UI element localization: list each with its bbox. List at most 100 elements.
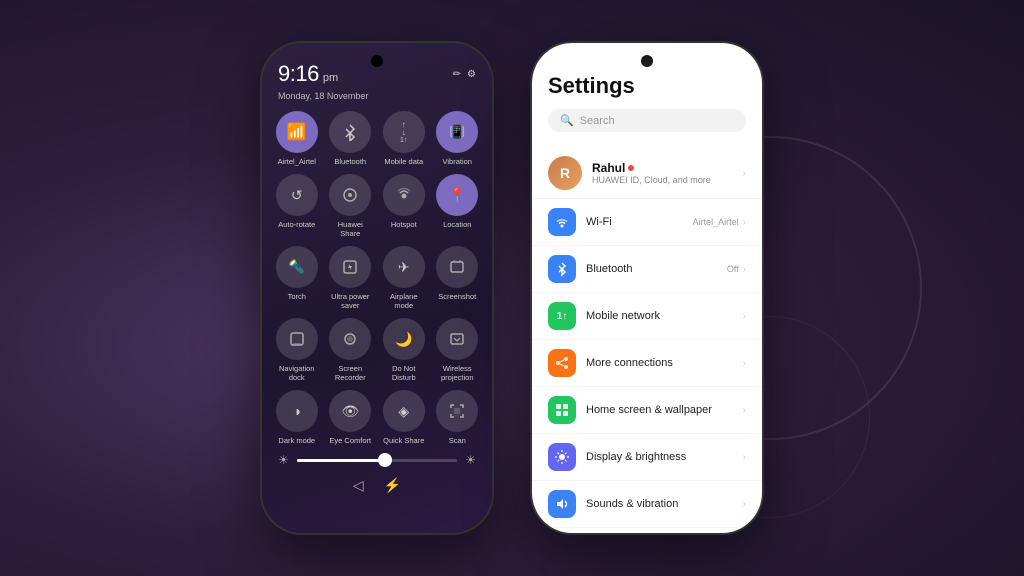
search-bar[interactable]: 🔍 Search [548, 109, 746, 132]
airplane-icon: ✈ [383, 246, 425, 288]
right-phone-screen: Settings 🔍 Search R Rahul HUAWEI ID, Clo… [532, 43, 762, 533]
brightness-low-icon: ☀ [278, 453, 289, 467]
status-icons: ✏ ⚙ [453, 69, 476, 80]
tile-location[interactable]: 📍 Location [435, 174, 481, 238]
tile-screen-recorder[interactable]: Screen Recorder [328, 318, 374, 382]
online-dot [628, 165, 634, 171]
profile-row[interactable]: R Rahul HUAWEI ID, Cloud, and more › [532, 148, 762, 199]
screenshot-label: Screenshot [438, 292, 476, 301]
brightness-track[interactable] [297, 459, 457, 462]
screen-recorder-icon [329, 318, 371, 360]
display-label: Display & brightness [586, 451, 743, 463]
display-icon [548, 443, 576, 471]
sound-icon [548, 490, 576, 518]
bluetooth-setting-label: Bluetooth [586, 263, 727, 275]
tile-mobile-data[interactable]: ↑ ↓ 1↑ Mobile data [381, 111, 427, 166]
bluetooth-icon [329, 111, 371, 153]
settings-list: Wi-Fi Airtel_Airtel › Bluetooth Off › 1 [532, 199, 762, 528]
huawei-share-label: Huawei Share [328, 220, 374, 238]
settings-title: Settings [548, 73, 746, 99]
edit-icon[interactable]: ✏ [453, 69, 461, 80]
flash-icon[interactable]: ⚡ [384, 477, 401, 494]
back-icon[interactable]: ◁ [353, 477, 364, 494]
more-connections-label: More connections [586, 357, 743, 369]
tile-wireless[interactable]: Wireless projection [435, 318, 481, 382]
location-icon: 📍 [436, 174, 478, 216]
settings-item-mobile-network[interactable]: 1↑ Mobile network › [532, 293, 762, 340]
tile-torch[interactable]: 🔦 Torch [274, 246, 320, 310]
mobile-data-label: Mobile data [384, 157, 423, 166]
tile-airplane[interactable]: ✈ Airplane mode [381, 246, 427, 310]
tile-wifi[interactable]: 📶 Airtel_Airtel [274, 111, 320, 166]
quick-share-icon: ◈ [383, 390, 425, 432]
vibration-label: Vibration [443, 157, 472, 166]
home-screen-icon [548, 396, 576, 424]
eye-comfort-label: Eye Comfort [329, 436, 371, 445]
left-phone-screen: 9:16 pm ✏ ⚙ Monday, 18 November 📶 Airtel… [262, 43, 492, 533]
time: 9:16 [278, 61, 319, 87]
profile-chevron: › [743, 168, 746, 179]
tile-nav-dock[interactable]: Navigation dock [274, 318, 320, 382]
location-label: Location [443, 220, 471, 229]
dnd-icon: 🌙 [383, 318, 425, 360]
scan-icon [436, 390, 478, 432]
more-connections-icon [548, 349, 576, 377]
mobile-network-icon: 1↑ [548, 302, 576, 330]
settings-item-bluetooth[interactable]: Bluetooth Off › [532, 246, 762, 293]
wifi-chevron: › [743, 217, 746, 228]
settings-item-wifi[interactable]: Wi-Fi Airtel_Airtel › [532, 199, 762, 246]
brightness-thumb[interactable] [378, 453, 392, 467]
punch-hole-left [371, 55, 383, 67]
tiles-grid: 📶 Airtel_Airtel Bluetooth ↑ ↓ 1↑ [274, 111, 480, 445]
tile-quick-share[interactable]: ◈ Quick Share [381, 390, 427, 445]
brightness-fill [297, 459, 385, 462]
wifi-icon: 📶 [276, 111, 318, 153]
home-screen-chevron: › [743, 405, 746, 416]
left-phone: 9:16 pm ✏ ⚙ Monday, 18 November 📶 Airtel… [262, 43, 492, 533]
screen-recorder-label: Screen Recorder [328, 364, 374, 382]
tile-vibration[interactable]: 📳 Vibration [435, 111, 481, 166]
settings-item-display[interactable]: Display & brightness › [532, 434, 762, 481]
wifi-setting-label: Wi-Fi [586, 216, 693, 228]
tile-dark-mode[interactable]: ◑ Dark mode [274, 390, 320, 445]
hotspot-label: Hotspot [391, 220, 417, 229]
auto-rotate-label: Auto-rotate [278, 220, 315, 229]
tile-eye-comfort[interactable]: 👁 Eye Comfort [328, 390, 374, 445]
settings-icon[interactable]: ⚙ [467, 69, 476, 80]
sound-chevron: › [743, 499, 746, 510]
bluetooth-setting-value: Off [727, 264, 739, 274]
time-ampm: pm [323, 72, 338, 84]
tile-huawei-share[interactable]: Huawei Share [328, 174, 374, 238]
dark-mode-label: Dark mode [278, 436, 315, 445]
tile-auto-rotate[interactable]: ↺ Auto-rotate [274, 174, 320, 238]
tile-bluetooth[interactable]: Bluetooth [328, 111, 374, 166]
wifi-label: Airtel_Airtel [278, 157, 316, 166]
tile-screenshot[interactable]: Screenshot [435, 246, 481, 310]
auto-rotate-icon: ↺ [276, 174, 318, 216]
settings-item-more-connections[interactable]: More connections › [532, 340, 762, 387]
mobile-data-icon: ↑ ↓ 1↑ [383, 111, 425, 153]
quick-share-label: Quick Share [383, 436, 424, 445]
settings-item-sound[interactable]: Sounds & vibration › [532, 481, 762, 528]
nav-dock-icon [276, 318, 318, 360]
tile-scan[interactable]: Scan [435, 390, 481, 445]
ultra-power-label: Ultra power saver [328, 292, 374, 310]
bottom-nav: ◁ ⚡ [274, 477, 480, 494]
torch-icon: 🔦 [276, 246, 318, 288]
tile-ultra-power[interactable]: Ultra power saver [328, 246, 374, 310]
phones-container: 9:16 pm ✏ ⚙ Monday, 18 November 📶 Airtel… [262, 43, 762, 533]
more-connections-chevron: › [743, 358, 746, 369]
bluetooth-setting-icon [548, 255, 576, 283]
profile-sub: HUAWEI ID, Cloud, and more [592, 175, 743, 185]
wifi-setting-icon [548, 208, 576, 236]
tile-dnd[interactable]: 🌙 Do Not Disturb [381, 318, 427, 382]
right-phone: Settings 🔍 Search R Rahul HUAWEI ID, Clo… [532, 43, 762, 533]
tile-hotspot[interactable]: Hotspot [381, 174, 427, 238]
mobile-network-chevron: › [743, 311, 746, 322]
punch-hole-right [641, 55, 653, 67]
torch-label: Torch [288, 292, 306, 301]
profile-info: Rahul HUAWEI ID, Cloud, and more [592, 161, 743, 185]
brightness-control[interactable]: ☀ ☀ [274, 453, 480, 467]
settings-item-home-screen[interactable]: Home screen & wallpaper › [532, 387, 762, 434]
avatar: R [548, 156, 582, 190]
